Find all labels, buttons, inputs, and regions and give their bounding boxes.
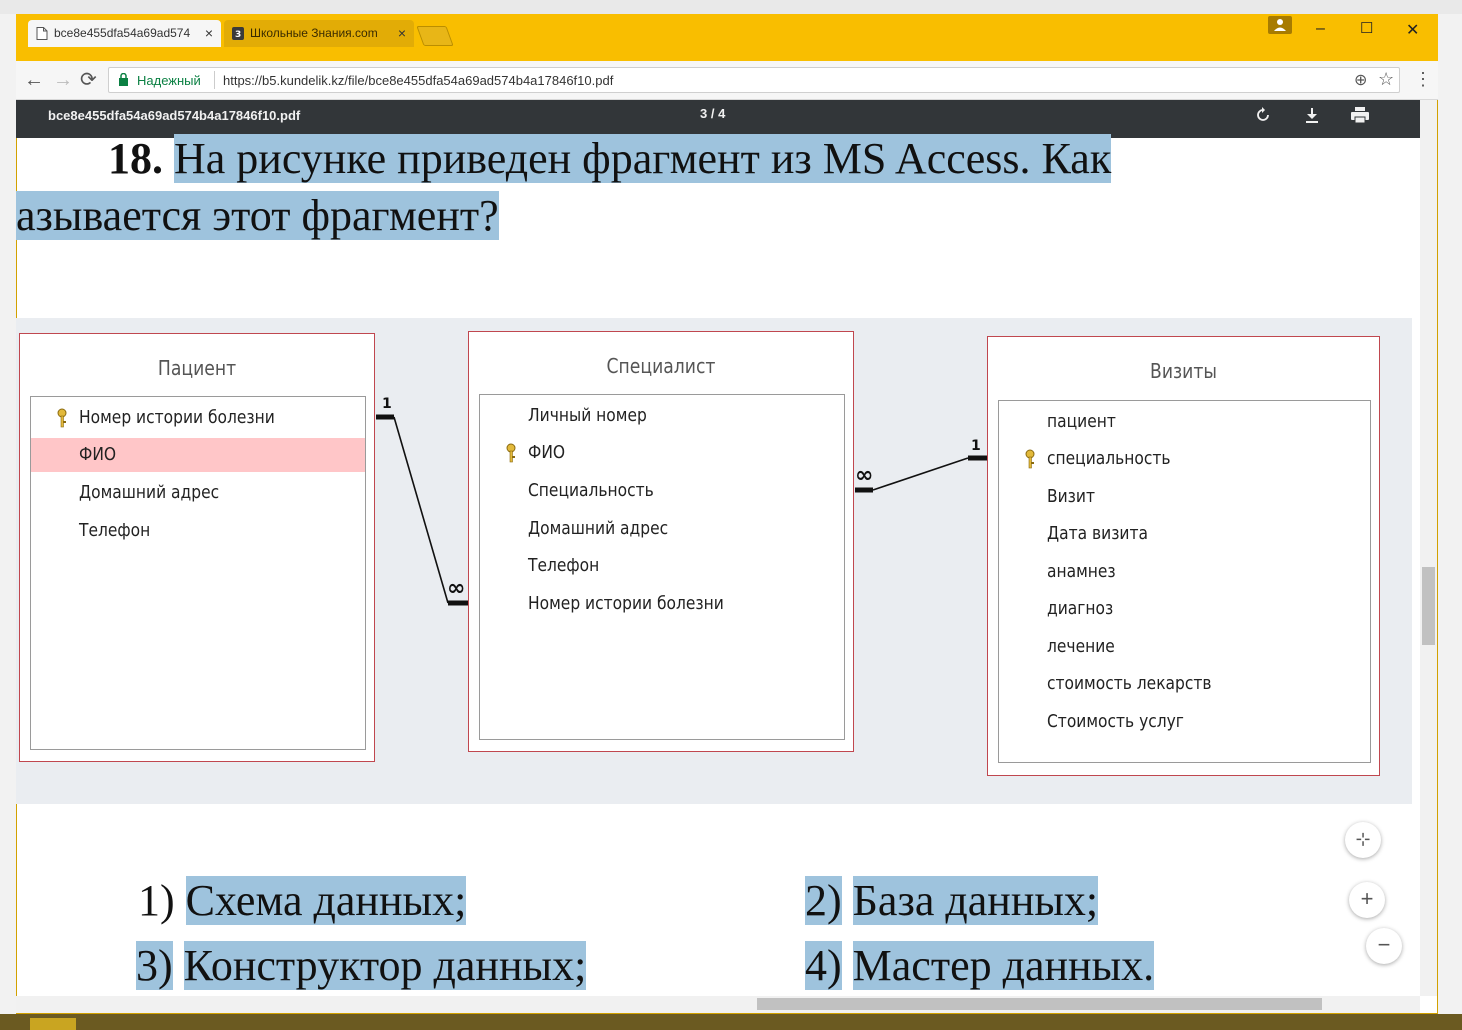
answer-number: 2) (805, 876, 842, 925)
answer-text: База данных; (852, 876, 1099, 925)
relation-many-label: ∞ (447, 576, 466, 601)
relation-many-label: ∞ (855, 463, 874, 488)
answer-option-3: 3) Конструктор данных; (136, 940, 587, 991)
zoom-in-button[interactable]: + (1349, 882, 1385, 918)
relationship-specialist-visits[interactable] (855, 455, 987, 493)
vertical-scrollbar[interactable] (1420, 100, 1437, 996)
horizontal-scrollbar-thumb[interactable] (757, 998, 1322, 1010)
fit-page-button[interactable]: ⊹ (1345, 822, 1381, 858)
zoom-out-button[interactable]: − (1366, 928, 1402, 964)
answer-number: 3) (136, 941, 173, 990)
answer-number: 1) (138, 876, 175, 925)
answer-text: Схема данных; (185, 876, 467, 925)
answer-text: Мастер данных. (852, 941, 1155, 990)
relation-one-label: 1 (971, 438, 981, 454)
answer-text: Конструктор данных; (183, 941, 587, 990)
answer-number: 4) (805, 941, 842, 990)
relation-one-label: 1 (382, 396, 392, 412)
answer-option-2: 2) База данных; (805, 875, 1099, 926)
answer-option-4: 4) Мастер данных. (805, 940, 1155, 991)
vertical-scrollbar-thumb[interactable] (1422, 567, 1435, 645)
answer-option-1: 1) Схема данных; (138, 875, 467, 926)
